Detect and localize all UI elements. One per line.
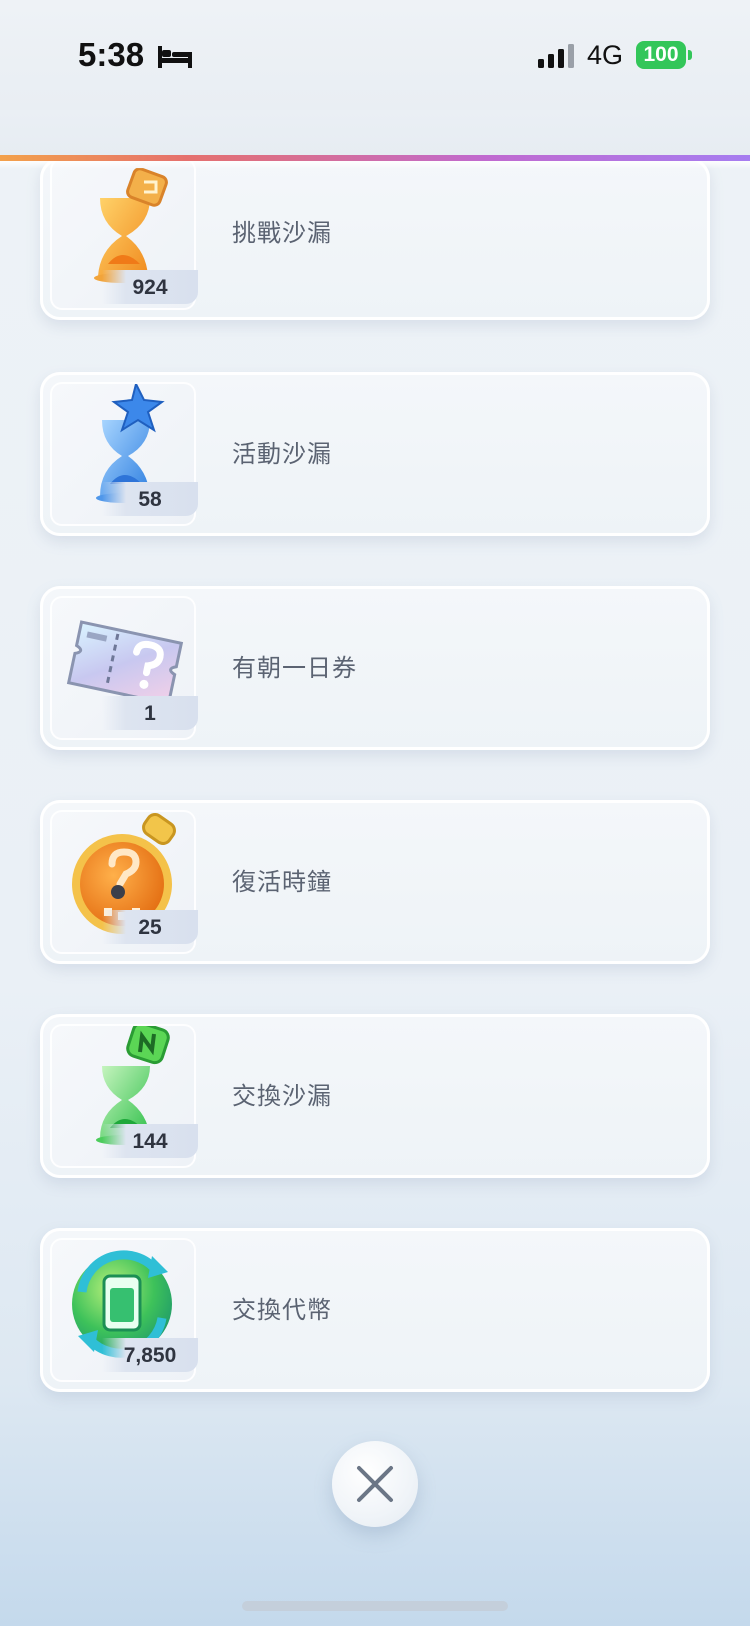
list-item[interactable]: 144 交換沙漏 [40, 1014, 710, 1178]
list-item[interactable]: 924 挑戰沙漏 [40, 158, 710, 320]
item-count: 25 [102, 910, 198, 944]
header-band [0, 110, 750, 160]
signal-icon [538, 44, 574, 68]
status-bar-overlay: 5:38 4G 100 [0, 0, 750, 110]
item-list: 924 挑戰沙漏 58 活動沙漏 1 有朝一日券 25 復活時鐘 144 交換沙… [0, 0, 750, 1626]
close-button[interactable] [332, 1441, 418, 1527]
battery-nub [688, 50, 692, 60]
item-count: 144 [102, 1124, 198, 1158]
item-name: 挑戰沙漏 [232, 219, 332, 247]
item-count: 58 [102, 482, 198, 516]
home-indicator[interactable] [242, 1601, 508, 1611]
item-name: 活動沙漏 [232, 440, 332, 468]
network-type: 4G [587, 40, 624, 70]
item-count: 1 [102, 696, 198, 730]
item-name: 交換代幣 [232, 1296, 332, 1324]
item-name: 復活時鐘 [232, 868, 332, 896]
item-count: 924 [102, 270, 198, 304]
list-item[interactable]: 1 有朝一日券 [40, 586, 710, 750]
list-item[interactable]: 58 活動沙漏 [40, 372, 710, 536]
bed-icon [158, 46, 192, 68]
status-time: 5:38 [78, 36, 145, 73]
close-icon [357, 1466, 393, 1502]
item-count: 7,850 [102, 1338, 198, 1372]
item-name: 有朝一日券 [232, 654, 357, 682]
list-item[interactable]: 7,850 交換代幣 [40, 1228, 710, 1392]
item-name: 交換沙漏 [232, 1082, 332, 1110]
divider-glow [0, 161, 750, 169]
battery-icon: 100 [636, 41, 686, 69]
list-item[interactable]: 25 復活時鐘 [40, 800, 710, 964]
